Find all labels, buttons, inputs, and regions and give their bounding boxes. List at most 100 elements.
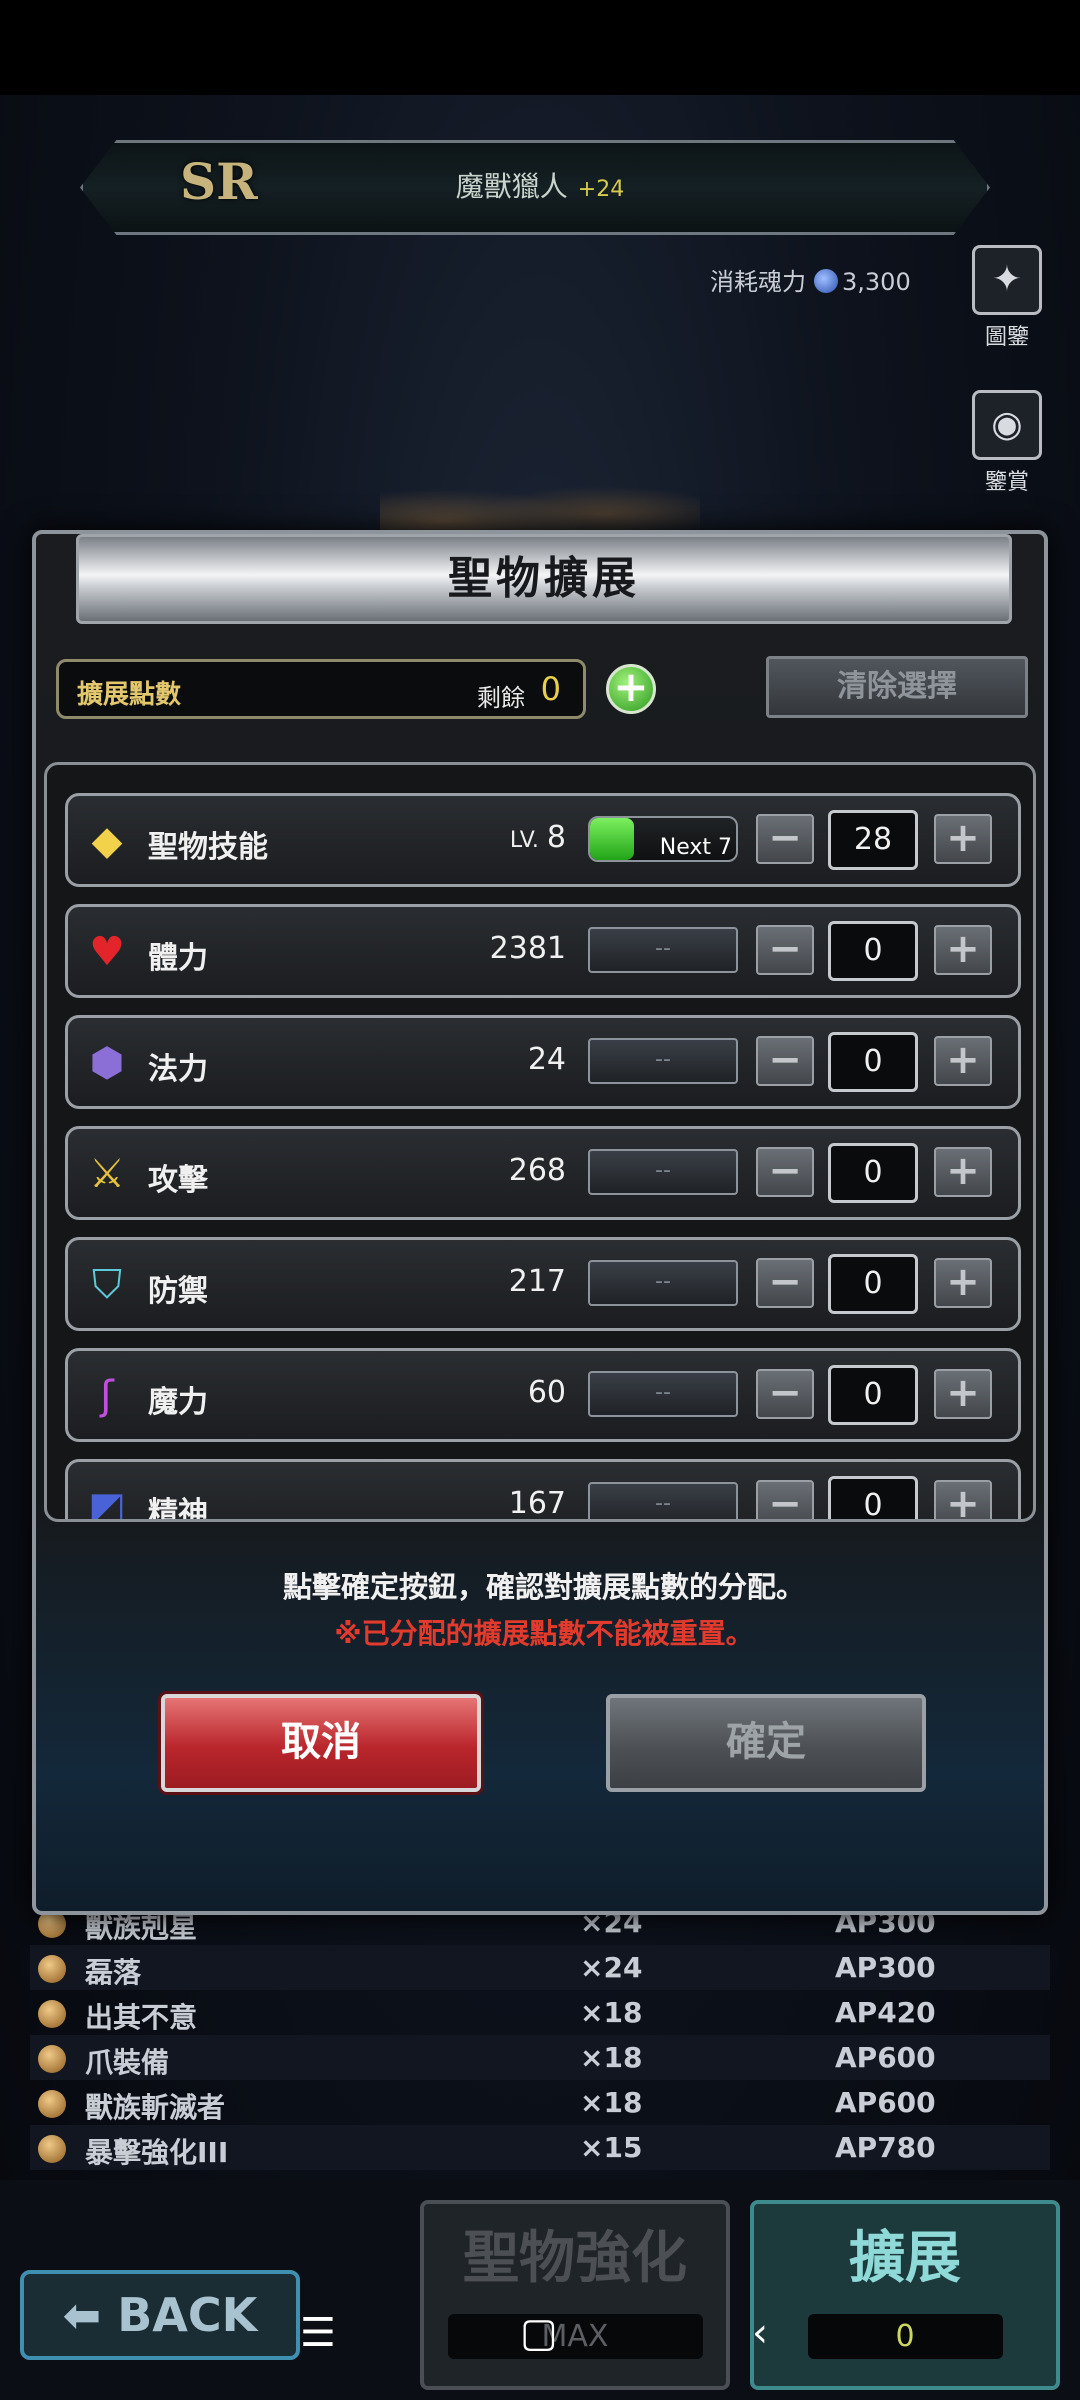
stat-name: 攻擊 [148, 1163, 208, 1198]
sword-icon: ⚔ [89, 1151, 125, 1197]
relic-enhance-label: 聖物強化 [463, 2226, 687, 2291]
notice-text: 點擊確定按鈕，確認對擴展點數的分配。 ※已分配的擴展點數不能被重置。 [36, 1564, 1052, 1652]
relic-enhance-status: MAX [447, 2314, 703, 2359]
decrease-button[interactable]: − [756, 925, 814, 975]
back-button[interactable]: ⬅ BACK [20, 2270, 300, 2360]
notice-line-1: 點擊確定按鈕，確認對擴展點數的分配。 [282, 1570, 805, 1604]
stat-gain-bar: -- [588, 927, 738, 973]
skill-coin-icon [38, 2000, 66, 2028]
stat-list[interactable]: ◆ 聖物技能 LV. 8 Next 7 − 28 + ♥ 體力 2381 -- −… [44, 762, 1036, 1522]
stat-gain-bar: -- [588, 1260, 738, 1306]
stat-row-attack: ⚔ 攻擊 268 -- − 0 + [65, 1126, 1021, 1220]
back-label: BACK [117, 2288, 258, 2342]
heart-icon: ♥ [89, 929, 125, 975]
allocated-count: 0 [828, 1365, 918, 1425]
stat-row-relic-skill: ◆ 聖物技能 LV. 8 Next 7 − 28 + [65, 793, 1021, 887]
relic-enhance-button[interactable]: 聖物強化 MAX [420, 2200, 730, 2390]
hero-name-text: 魔獸獵人 [455, 170, 568, 203]
stat-name: 聖物技能 [148, 830, 268, 865]
expand-points-box: 擴展點數 剩餘 0 [56, 659, 586, 719]
nav-recent-button[interactable]: ☰ [300, 2310, 336, 2356]
stat-level: LV. 8 [509, 820, 566, 855]
decrease-button[interactable]: − [756, 1480, 814, 1519]
stat-gain-bar: -- [588, 1371, 738, 1417]
increase-button[interactable]: + [934, 1147, 992, 1197]
stat-row-spirit: ◩ 精神 167 -- − 0 + [65, 1459, 1021, 1522]
stat-name: 法力 [148, 1052, 208, 1087]
decrease-button[interactable]: − [756, 1147, 814, 1197]
stat-row-defense: ⛉ 防禦 217 -- − 0 + [65, 1237, 1021, 1331]
soul-cost-value: 3,300 [842, 268, 911, 296]
list-item[interactable]: 暴擊強化III ×15 AP780 [30, 2125, 1050, 2170]
increase-button[interactable]: + [934, 814, 992, 864]
magic-icon: ⬢ [89, 1040, 125, 1086]
increase-button[interactable]: + [934, 1036, 992, 1086]
eye-icon: ◉ [972, 390, 1042, 460]
illustrated-book-button[interactable]: ✦ 圖鑒 [962, 245, 1052, 351]
increase-button[interactable]: + [934, 1480, 992, 1519]
stat-row-magic-power: ʃ 魔力 60 -- − 0 + [65, 1348, 1021, 1442]
stat-value: 268 [508, 1153, 566, 1188]
soul-cost: 消耗魂力 3,300 [710, 262, 911, 297]
stat-value: 217 [508, 1264, 566, 1299]
appreciate-button[interactable]: ◉ 鑒賞 [962, 390, 1052, 496]
plus-icon: + [613, 662, 649, 711]
skill-coin-icon [38, 1955, 66, 1983]
illustrated-book-label: 圖鑒 [984, 325, 1029, 350]
remaining-value: 0 [540, 670, 561, 708]
expand-button[interactable]: 擴展 0 [750, 2200, 1060, 2390]
dialog-header: 聖物擴展 [76, 534, 1012, 624]
diamond-icon: ◆ [91, 818, 123, 864]
decrease-button[interactable]: − [756, 1258, 814, 1308]
increase-button[interactable]: + [934, 925, 992, 975]
staff-icon: ʃ [100, 1373, 114, 1419]
decrease-button[interactable]: − [756, 1369, 814, 1419]
status-bar-area [0, 0, 1080, 95]
skill-coin-icon [38, 2045, 66, 2073]
confirm-button[interactable]: 確定 [606, 1694, 926, 1792]
next-level-label: Next 7 [659, 835, 732, 860]
increase-button[interactable]: + [934, 1369, 992, 1419]
spirit-icon: ◩ [88, 1484, 126, 1522]
relic-expand-dialog: 聖物擴展 擴展點數 剩餘 0 + 清除選擇 ◆ 聖物技能 LV. 8 Next 7… [32, 530, 1048, 1915]
hero-plus-level: +24 [577, 177, 625, 202]
decrease-button[interactable]: − [756, 814, 814, 864]
hero-name: 魔獸獵人 +24 [0, 165, 1080, 205]
allocated-count: 0 [828, 1032, 918, 1092]
nav-back-button[interactable]: ‹ [752, 2310, 768, 2356]
appreciate-label: 鑒賞 [984, 470, 1029, 495]
cancel-button[interactable]: 取消 [161, 1694, 481, 1792]
stat-row-hp: ♥ 體力 2381 -- − 0 + [65, 904, 1021, 998]
skill-coin-icon [38, 2135, 66, 2163]
list-item[interactable]: 出其不意 ×18 AP420 [30, 1990, 1050, 2035]
decrease-button[interactable]: − [756, 1036, 814, 1086]
dialog-title: 聖物擴展 [448, 553, 640, 604]
stat-name: 魔力 [148, 1385, 208, 1420]
level-progress-fill [590, 818, 634, 860]
stat-gain-bar: -- [588, 1482, 738, 1519]
stat-name: 精神 [148, 1496, 208, 1522]
allocated-count: 0 [828, 1254, 918, 1314]
skill-list: 獸族剋星 ×24 AP300 磊落 ×24 AP300 出其不意 ×18 AP420 爪裝備… [30, 1900, 1050, 2170]
stat-name: 體力 [148, 941, 208, 976]
allocated-count: 28 [828, 810, 918, 870]
shield-icon: ⛉ [92, 1262, 122, 1308]
list-item[interactable]: 磊落 ×24 AP300 [30, 1945, 1050, 1990]
back-arrow-icon: ⬅ [62, 2288, 118, 2342]
clear-selection-button[interactable]: 清除選擇 [766, 656, 1028, 718]
expand-value: 0 [807, 2314, 1003, 2359]
add-points-button[interactable]: + [606, 664, 656, 714]
list-item[interactable]: 爪裝備 ×18 AP600 [30, 2035, 1050, 2080]
notice-warning: ※已分配的擴展點數不能被重置。 [334, 1617, 754, 1650]
skill-coin-icon [38, 2090, 66, 2118]
book-icon: ✦ [972, 245, 1042, 315]
list-item[interactable]: 獸族斬滅者 ×18 AP600 [30, 2080, 1050, 2125]
remaining-label: 剩餘 [477, 684, 525, 712]
stat-gain-bar: -- [588, 1149, 738, 1195]
increase-button[interactable]: + [934, 1258, 992, 1308]
stat-value: 24 [527, 1042, 566, 1077]
expand-points-label: 擴展點數 [77, 680, 182, 710]
nav-home-button[interactable]: ▢ [520, 2310, 558, 2356]
soul-cost-label: 消耗魂力 [710, 268, 806, 296]
stat-gain-bar: -- [588, 1038, 738, 1084]
